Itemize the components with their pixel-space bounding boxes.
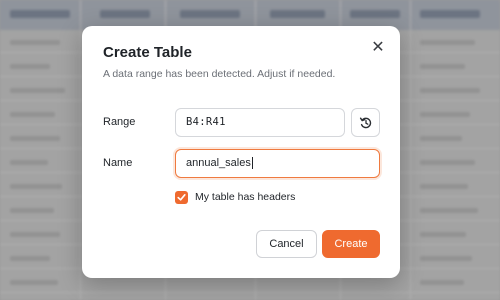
grid-row-line <box>0 292 500 293</box>
cell-placeholder <box>420 280 464 285</box>
text-caret <box>251 157 253 170</box>
headers-checkbox[interactable] <box>175 191 188 204</box>
range-value: B4:R41 <box>186 116 226 128</box>
range-label: Range <box>103 116 136 128</box>
cell-placeholder <box>420 184 468 189</box>
grid-column-line <box>80 0 81 300</box>
headers-checkbox-label: My table has headers <box>195 191 296 203</box>
cell-placeholder <box>10 232 60 237</box>
cell-placeholder <box>420 160 475 165</box>
cell-placeholder <box>420 208 478 213</box>
cell-placeholder <box>10 208 54 213</box>
cell-placeholder <box>420 112 470 117</box>
name-value: annual_sales <box>186 157 251 169</box>
cell-placeholder <box>10 256 50 261</box>
column-header-placeholder <box>10 10 70 18</box>
cell-placeholder <box>10 160 48 165</box>
cell-placeholder <box>420 40 475 45</box>
cancel-button[interactable]: Cancel <box>256 230 317 258</box>
checkmark-icon <box>177 194 186 201</box>
cell-placeholder <box>420 64 465 69</box>
reset-range-button[interactable] <box>351 108 380 137</box>
name-label: Name <box>103 157 133 169</box>
close-icon[interactable]: ✕ <box>369 39 387 57</box>
column-header-placeholder <box>350 10 400 18</box>
cell-placeholder <box>10 40 60 45</box>
grid-column-line <box>410 0 411 300</box>
column-header-placeholder <box>180 10 240 18</box>
cell-placeholder <box>420 136 462 141</box>
cell-placeholder <box>10 88 65 93</box>
dialog-title: Create Table <box>103 44 192 61</box>
cell-placeholder <box>10 184 62 189</box>
cell-placeholder <box>10 64 50 69</box>
cell-placeholder <box>420 88 480 93</box>
range-input[interactable]: B4:R41 <box>175 108 345 137</box>
column-header-placeholder <box>100 10 150 18</box>
create-table-dialog: Create Table ✕ A data range has been det… <box>82 26 400 278</box>
reset-icon <box>359 117 372 129</box>
cell-placeholder <box>10 112 55 117</box>
name-input[interactable]: annual_sales <box>175 149 380 178</box>
column-header-placeholder <box>420 10 480 18</box>
dialog-subtitle: A data range has been detected. Adjust i… <box>103 68 336 80</box>
cell-placeholder <box>420 256 472 261</box>
cell-placeholder <box>10 136 60 141</box>
cell-placeholder <box>420 232 466 237</box>
column-header-placeholder <box>270 10 325 18</box>
cell-placeholder <box>10 280 58 285</box>
create-button[interactable]: Create <box>322 230 380 258</box>
